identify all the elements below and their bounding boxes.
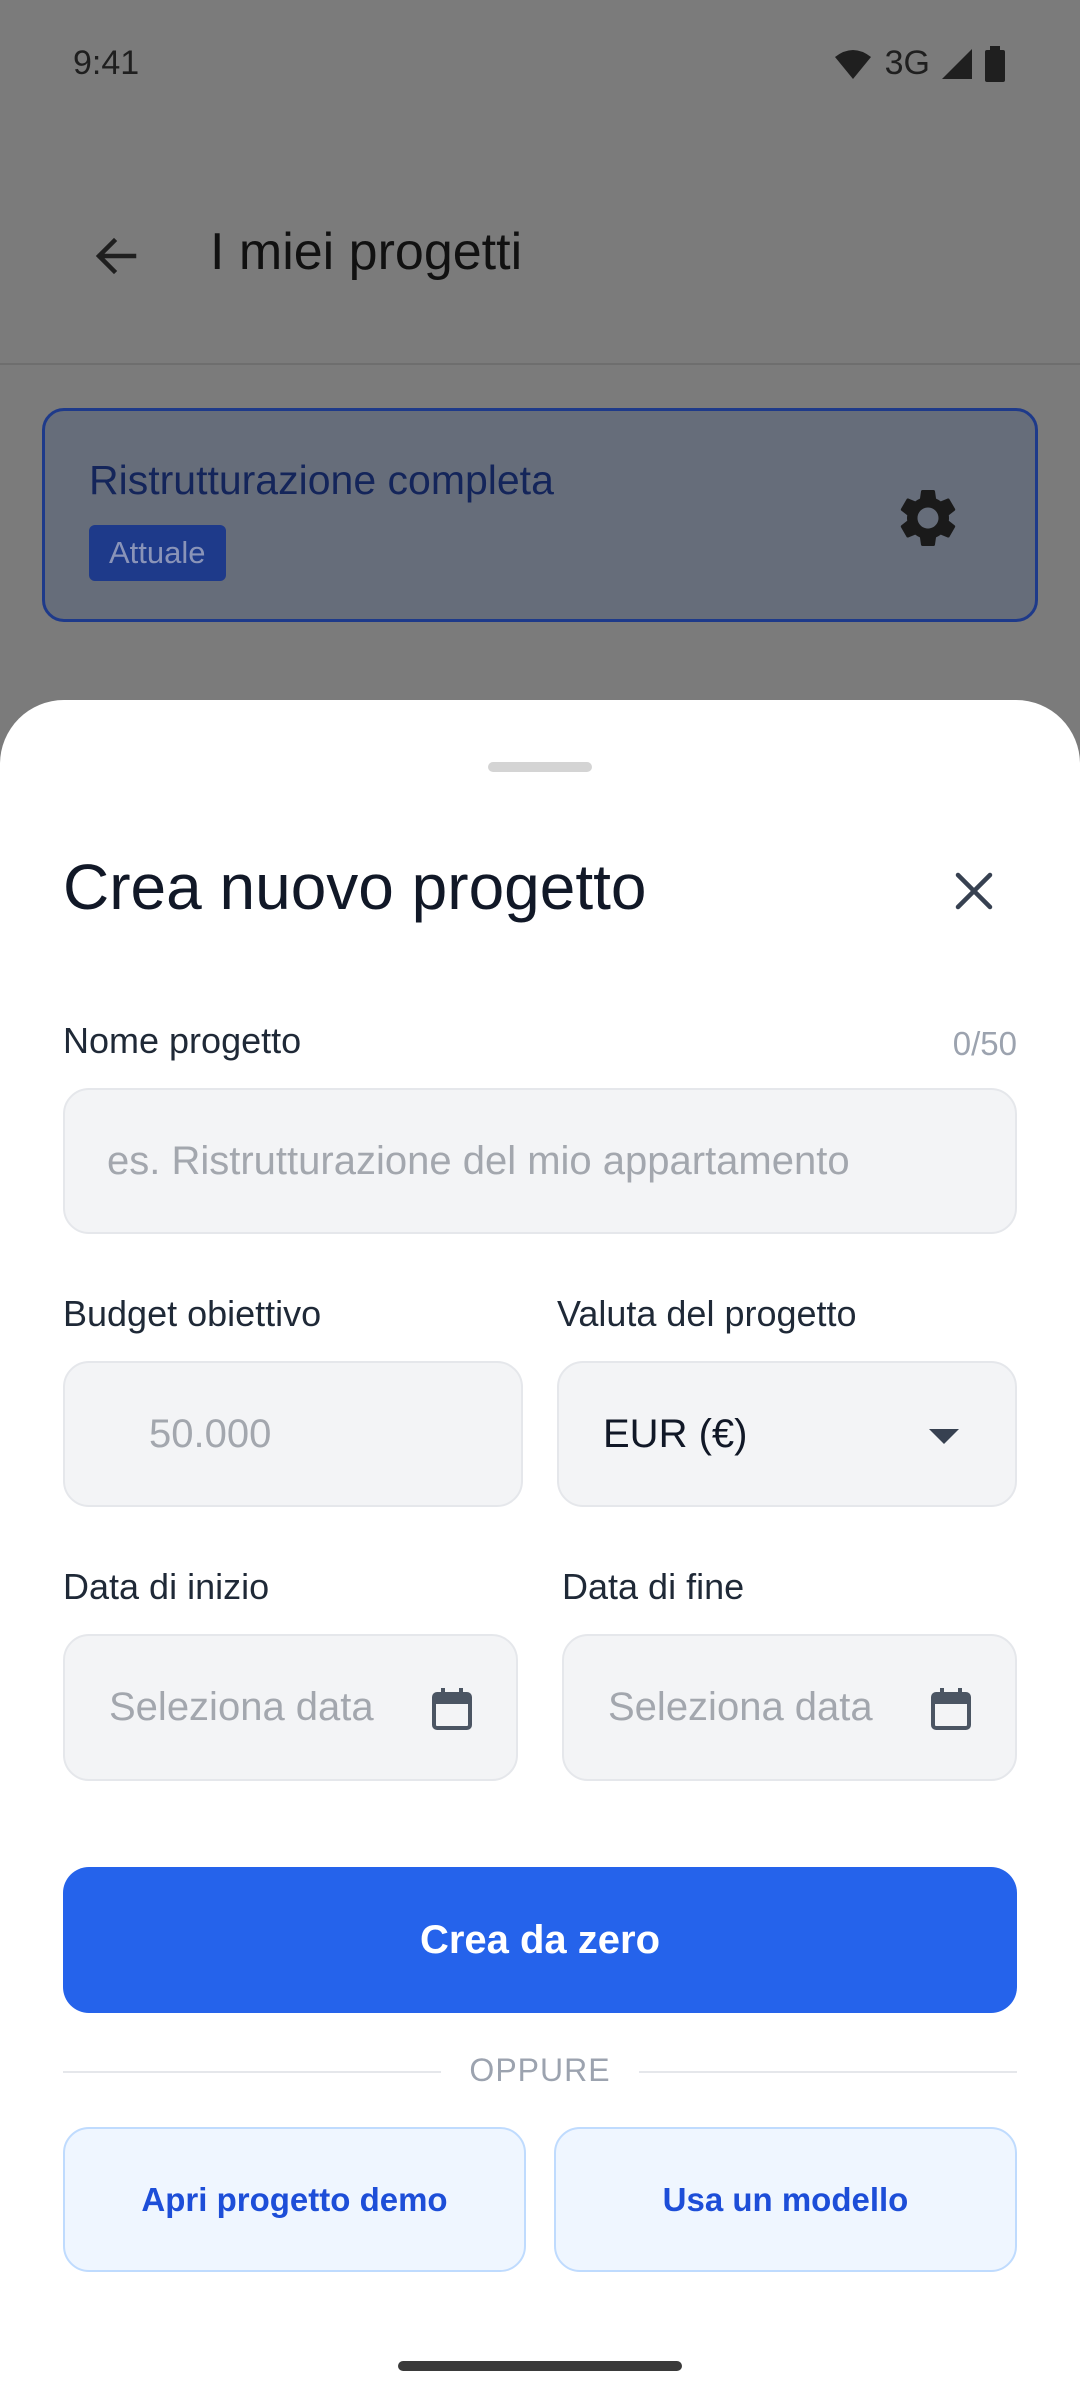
page-title: I miei progetti — [210, 223, 523, 281]
project-name: Ristrutturazione completa — [89, 457, 554, 503]
status-time: 9:41 — [73, 44, 140, 82]
end-date-label: Data di fine — [562, 1566, 745, 1607]
end-date-placeholder: Seleziona data — [608, 1685, 873, 1729]
project-name-field[interactable] — [63, 1088, 1017, 1234]
status-icons: 3G — [833, 44, 1006, 83]
currency-value: EUR (€) — [603, 1411, 748, 1456]
battery-icon — [985, 45, 1005, 82]
status-bar: 9:41 3G — [0, 0, 1080, 130]
project-name-input[interactable] — [107, 1138, 1015, 1184]
current-project-card[interactable]: Ristrutturazione completa Attuale — [42, 408, 1038, 622]
app-bar-divider — [0, 363, 1080, 365]
create-project-sheet: Crea nuovo progetto Nome progetto 0/50 B… — [0, 700, 1080, 2400]
calendar-icon[interactable] — [430, 1686, 474, 1732]
currency-label: Valuta del progetto — [557, 1293, 857, 1334]
start-date-placeholder: Seleziona data — [109, 1685, 374, 1729]
home-indicator[interactable] — [398, 2361, 682, 2371]
chevron-down-icon — [929, 1429, 959, 1444]
start-date-field[interactable]: Seleziona data — [63, 1634, 518, 1781]
signal-icon — [942, 48, 972, 79]
budget-input[interactable] — [149, 1411, 521, 1457]
create-from-scratch-button[interactable]: Crea da zero — [63, 1867, 1017, 2013]
divider-left — [63, 2071, 441, 2073]
wifi-icon — [834, 49, 871, 79]
use-template-button[interactable]: Usa un modello — [554, 2127, 1017, 2272]
gear-icon[interactable] — [893, 483, 963, 553]
open-demo-project-button[interactable]: Apri progetto demo — [63, 2127, 526, 2272]
start-date-label: Data di inizio — [63, 1566, 270, 1607]
end-date-field[interactable]: Seleziona data — [562, 1634, 1017, 1781]
close-icon[interactable] — [938, 855, 1010, 927]
calendar-icon[interactable] — [929, 1686, 973, 1732]
budget-field[interactable] — [63, 1361, 523, 1507]
sheet-title: Crea nuovo progetto — [63, 851, 647, 923]
current-badge: Attuale — [89, 525, 226, 581]
currency-select[interactable]: EUR (€) — [557, 1361, 1017, 1507]
character-counter: 0/50 — [952, 1025, 1017, 1062]
budget-label: Budget obiettivo — [63, 1293, 322, 1334]
app-bar: I miei progetti — [0, 130, 1080, 364]
divider-right — [639, 2071, 1017, 2073]
project-name-label: Nome progetto — [63, 1020, 302, 1061]
network-type: 3G — [884, 44, 930, 82]
drag-handle[interactable] — [488, 762, 592, 772]
divider-text: OPPURE — [469, 2052, 611, 2088]
back-arrow-icon[interactable] — [78, 218, 154, 294]
